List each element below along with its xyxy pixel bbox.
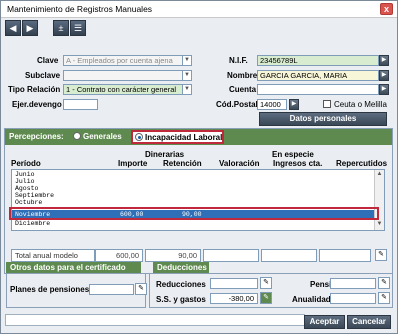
anualidades-input[interactable] [330, 293, 376, 304]
scroll-down-icon[interactable]: ▼ [375, 220, 384, 229]
periodo-cell: Octubre [15, 199, 43, 206]
periodo-cell: Junio [15, 171, 35, 178]
list-item[interactable]: Diciembre [12, 220, 374, 227]
ejercicio-devengo-label: Ejer.devengo [12, 100, 62, 109]
periodo-cell: Diciembre [15, 220, 51, 227]
ceuta-melilla-label: Ceuta o Melilla [334, 100, 387, 109]
nombre-lookup-icon[interactable]: ▶ [379, 70, 389, 81]
subclave-label: Subclave [25, 71, 61, 80]
col-valoracion: Valoración [219, 159, 260, 168]
datos-personales-button[interactable]: Datos personales [259, 112, 387, 126]
list-button[interactable]: ☰ [70, 20, 86, 36]
close-button[interactable]: x [380, 3, 393, 15]
nif-label: N.I.F. [229, 56, 248, 65]
otros-datos-panel: Planes de pensiones ✎ [6, 273, 147, 308]
total-repercutidos [319, 249, 371, 262]
dialog-window: Mantenimiento de Registros Manuales x ◀ … [0, 0, 398, 334]
col-retencion: Retención [163, 159, 202, 168]
add-remove-button[interactable]: ± [53, 20, 69, 36]
radio-incapacidad-label: Incapacidad Laboral [145, 133, 223, 142]
title-bar: Mantenimiento de Registros Manuales x [1, 1, 397, 18]
radio-generales-dot [73, 132, 81, 140]
cuenta-label: Cuenta [229, 85, 257, 94]
list-item[interactable]: Julio [12, 178, 374, 185]
tipo-relacion-label: Tipo Relación [8, 85, 61, 94]
reducciones-input[interactable] [210, 278, 258, 289]
total-ingresos [261, 249, 317, 262]
clave-dropdown-icon[interactable]: ▼ [182, 55, 192, 66]
col-dinerarias: Dinerarias [145, 150, 185, 159]
ss-gastos-input[interactable]: -380,00 [210, 293, 258, 304]
list-item[interactable]: Junio [12, 171, 374, 178]
tipo-relacion-dropdown-icon[interactable]: ▼ [182, 84, 192, 95]
pension-edit-icon[interactable]: ✎ [378, 277, 390, 289]
deducciones-header: Deducciones [153, 262, 209, 273]
total-importe: 600,00 [95, 249, 143, 262]
total-anual-label: Total anual modelo 190 [11, 249, 95, 271]
radio-generales-label: Generales [83, 132, 122, 141]
cuenta-input[interactable] [257, 84, 379, 95]
col-ingresos-cuenta: Ingresos cta. [273, 159, 323, 168]
reducciones-label: Reducciones [156, 280, 206, 289]
radio-incapacidad-dot [135, 133, 143, 141]
clave-label: Clave [37, 56, 59, 65]
subclave-dropdown-icon[interactable]: ▼ [182, 70, 192, 81]
pension-input[interactable] [330, 278, 376, 289]
radio-generales[interactable]: Generales [73, 132, 122, 143]
next-record-button[interactable]: ▶ [22, 20, 38, 36]
radio-incapacidad-wrap: Incapacidad Laboral [135, 133, 222, 144]
planes-pensiones-input[interactable] [89, 284, 134, 295]
periodos-list[interactable]: Junio Julio Agosto Septiembre Octubre No… [11, 169, 385, 231]
cancelar-button[interactable]: Cancelar [347, 315, 391, 329]
list-item[interactable]: Septiembre [12, 192, 374, 199]
percepciones-section: Percepciones: Generales Incapacidad Labo… [4, 128, 393, 274]
codigo-postal-input[interactable]: 14000 [257, 99, 287, 110]
anualidades-edit-icon[interactable]: ✎ [378, 292, 390, 304]
codigo-postal-lookup-icon[interactable]: ▶ [289, 99, 299, 110]
list-scrollbar[interactable]: ▲ ▼ [374, 170, 384, 230]
periodo-cell: Agosto [15, 185, 39, 192]
planes-pensiones-edit-icon[interactable]: ✎ [135, 283, 147, 295]
ejercicio-devengo-input[interactable] [63, 99, 98, 110]
reducciones-edit-icon[interactable]: ✎ [260, 277, 272, 289]
total-valoracion [203, 249, 259, 262]
periodo-cell: Julio [15, 178, 35, 185]
radio-incapacidad-laboral[interactable]: Incapacidad Laboral [131, 130, 224, 144]
nombre-input[interactable]: GARCIA GARCIA, MARIA [257, 70, 379, 81]
previous-record-button[interactable]: ◀ [5, 20, 21, 36]
col-importe: Importe [118, 159, 148, 168]
planes-pensiones-label: Planes de pensiones [10, 285, 90, 294]
selected-row-highlight [9, 207, 379, 220]
list-item[interactable]: Octubre [12, 199, 374, 206]
col-en-especie: En especie [272, 150, 314, 159]
nif-input[interactable]: 23456789L [257, 55, 379, 66]
window-title: Mantenimiento de Registros Manuales [7, 4, 153, 14]
status-field [5, 314, 305, 326]
otros-datos-header: Otros datos para el certificado [6, 262, 141, 273]
list-item[interactable]: Agosto [12, 185, 374, 192]
nombre-label: Nombre [227, 71, 258, 80]
ss-gastos-label: S.S. y gastos [156, 295, 206, 304]
dialog-body: ◀ ▶ ± ☰ Clave A - Empleados por cuenta a… [1, 18, 397, 333]
ceuta-melilla-checkbox[interactable] [323, 100, 331, 108]
deducciones-panel: Reducciones ✎ S.S. y gastos -380,00 ✎ Pe… [149, 273, 393, 308]
codigo-postal-label: Cód.Postal [216, 100, 258, 109]
col-repercutidos: Repercutidos [336, 159, 388, 168]
tipo-relacion-select[interactable]: 1 - Contrato con carácter general [63, 84, 183, 95]
subclave-select[interactable] [63, 70, 183, 81]
nif-lookup-icon[interactable]: ▶ [379, 55, 389, 66]
aceptar-button[interactable]: Aceptar [304, 315, 345, 329]
percepciones-label: Percepciones: [9, 132, 64, 141]
ss-gastos-edit-icon[interactable]: ✎ [260, 292, 272, 304]
edit-total-icon[interactable]: ✎ [375, 249, 387, 261]
cuenta-lookup-icon[interactable]: ▶ [379, 84, 389, 95]
col-periodo: Período [11, 159, 41, 168]
periodo-cell: Septiembre [15, 192, 55, 199]
scroll-up-icon[interactable]: ▲ [375, 170, 384, 179]
total-retencion: 90,00 [145, 249, 201, 262]
clave-select[interactable]: A - Empleados por cuenta ajena [63, 55, 183, 66]
